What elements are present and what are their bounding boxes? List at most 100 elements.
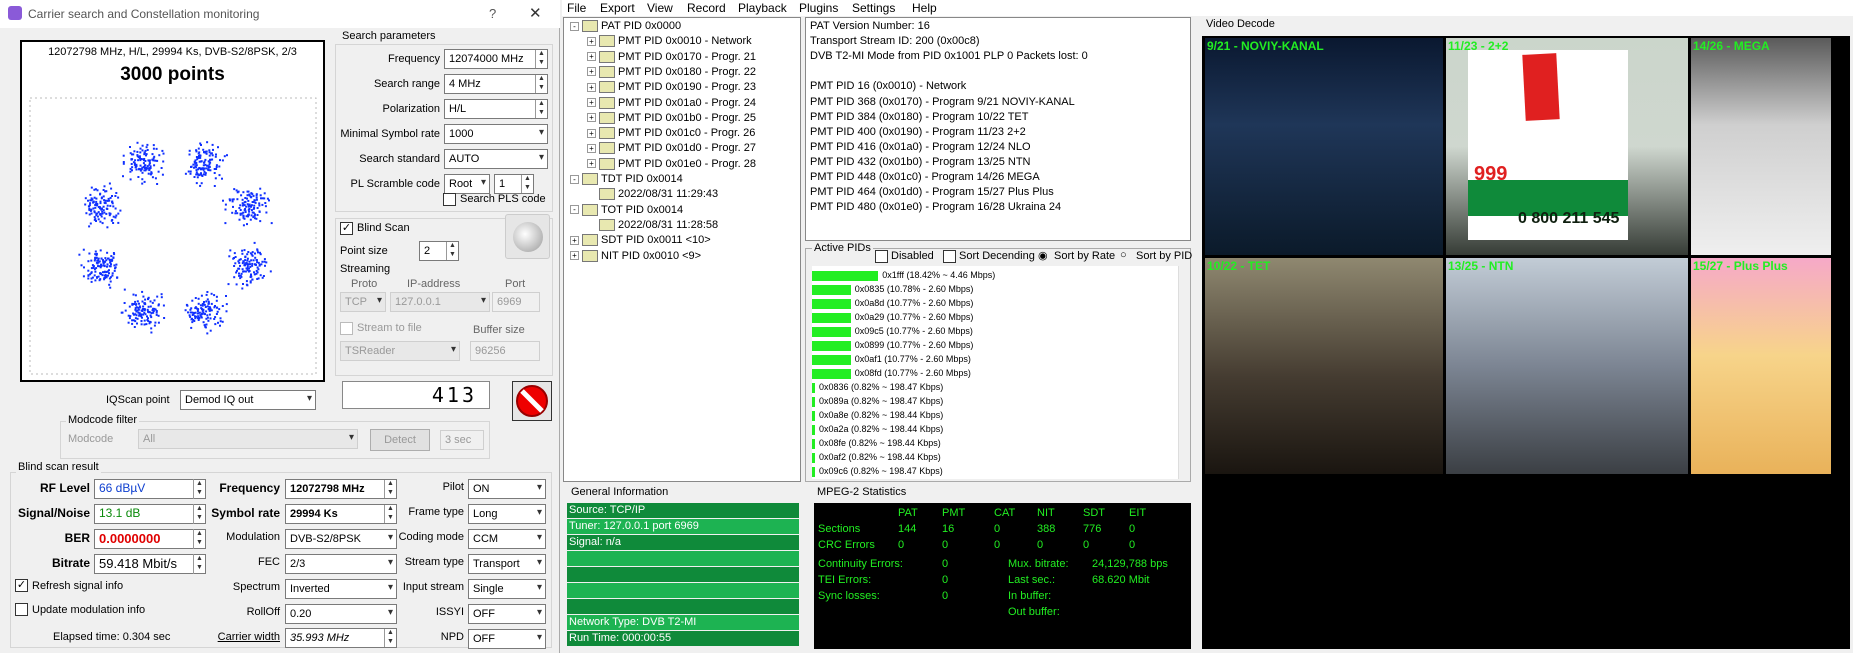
stream-to-file-checkbox[interactable] (340, 322, 353, 335)
search-pls-checkbox[interactable] (443, 193, 456, 206)
proto-select[interactable]: TCP (340, 292, 386, 312)
min-symbol-rate-select[interactable]: 1000 (444, 124, 548, 144)
last-sec-value: 68.620 Mbit (1092, 574, 1150, 586)
sort-pid-radio[interactable]: ○ (1120, 249, 1127, 261)
tree-expander[interactable]: - (570, 21, 579, 31)
tree-expander[interactable]: + (587, 36, 596, 46)
tree-expander[interactable]: + (587, 98, 596, 108)
frequency-input[interactable]: 12074000 MHz ▲ ▼ (444, 49, 548, 69)
disabled-checkbox[interactable] (875, 250, 888, 263)
tree-expander[interactable]: - (570, 205, 579, 215)
sort-rate-label: Sort by Rate (1054, 250, 1116, 262)
tree-item[interactable]: + PMT PID 0x0010 - Network (587, 35, 752, 48)
modulation-select[interactable]: DVB-S2/8PSK (285, 529, 397, 549)
menu-file[interactable]: File (567, 1, 586, 15)
tree-item[interactable]: + PMT PID 0x01a0 - Progr. 24 (587, 97, 756, 109)
polarization-input[interactable]: H/L ▲ ▼ (444, 99, 548, 119)
menu-export[interactable]: Export (600, 1, 635, 15)
tree-expander[interactable]: - (570, 174, 579, 184)
pid-row: 0x09c6 (0.82% ~ 198.47 Kbps) (812, 466, 1172, 478)
iqscan-label: IQScan point (106, 394, 170, 406)
table-icon (599, 50, 615, 63)
spectrum-select[interactable]: Inverted (285, 579, 397, 599)
point-size-input[interactable]: 2 ▲ ▼ (419, 241, 459, 261)
port-input[interactable]: 6969 (492, 292, 540, 312)
input-stream-select[interactable]: Single (468, 579, 546, 599)
video-tile-4[interactable]: 10/22 - TET (1205, 258, 1443, 474)
search-standard-select[interactable]: AUTO (444, 149, 548, 169)
tree-item[interactable]: - TDT PID 0x0014 (570, 173, 683, 186)
update-modulation-checkbox[interactable] (15, 603, 28, 616)
pid-rate-bar (812, 383, 815, 393)
tree-item[interactable]: 2022/08/31 11:29:43 (587, 188, 718, 201)
menu-help[interactable]: Help (912, 1, 937, 15)
pls-value-input[interactable]: 1 ▲ ▼ (494, 174, 534, 194)
tree-expander[interactable]: + (587, 128, 596, 138)
detect-button[interactable]: Detect (370, 429, 430, 451)
detect-seconds-input[interactable]: 3 sec (440, 430, 484, 450)
refresh-signal-checkbox[interactable]: ✓ (15, 579, 28, 592)
stop-button[interactable] (512, 381, 552, 421)
video-tile-5[interactable]: 13/25 - NTN (1446, 258, 1688, 474)
help-button[interactable]: ? (489, 6, 496, 21)
npd-select[interactable]: OFF (468, 629, 546, 649)
tree-item[interactable]: + PMT PID 0x01d0 - Progr. 27 (587, 142, 756, 155)
video-tile-3[interactable]: 14/26 - MEGA (1691, 38, 1831, 255)
frame-type-select[interactable]: Long (468, 504, 546, 524)
tree-expander[interactable]: + (587, 113, 596, 123)
tree-item[interactable]: + PMT PID 0x01c0 - Progr. 26 (587, 127, 755, 140)
tree-item[interactable]: + PMT PID 0x01e0 - Progr. 28 (587, 158, 756, 170)
pilot-select[interactable]: ON (468, 479, 546, 499)
menu-record[interactable]: Record (687, 1, 726, 15)
tree-expander[interactable]: + (587, 159, 596, 169)
ip-select[interactable]: 127.0.0.1 (390, 292, 490, 312)
blind-scan-checkbox[interactable]: ✓ (340, 222, 353, 235)
pid-rate-bar (812, 411, 815, 421)
info-line: PMT PID 480 (0x01e0) - Program 16/28 Ukr… (810, 201, 1062, 214)
pls-mode-select[interactable]: Root (444, 174, 490, 194)
pid-row: 0x0a8e (0.82% ~ 198.44 Kbps) (812, 410, 1172, 422)
tree-expander[interactable]: + (587, 67, 596, 77)
tree-item[interactable]: + NIT PID 0x0010 <9> (570, 250, 701, 262)
video-tile-1[interactable]: 9/21 - NOVIY-KANAL (1205, 38, 1443, 255)
video-tile-6[interactable]: 15/27 - Plus Plus (1691, 258, 1831, 474)
tree-item[interactable]: - PAT PID 0x0000 (570, 20, 681, 33)
search-range-input[interactable]: 4 MHz ▲ ▼ (444, 74, 548, 94)
menu-playback[interactable]: Playback (738, 1, 787, 15)
stream-type-select[interactable]: Transport (468, 554, 546, 574)
table-icon (582, 203, 598, 216)
rolloff-select[interactable]: 0.20 (285, 604, 397, 624)
tree-expander[interactable]: + (587, 52, 596, 62)
dish-image[interactable] (505, 214, 550, 259)
tree-expander[interactable]: + (570, 235, 579, 245)
modcode-select[interactable]: All (138, 429, 358, 449)
tree-item[interactable]: + PMT PID 0x01b0 - Progr. 25 (587, 112, 756, 124)
tree-item[interactable]: + SDT PID 0x0011 <10> (570, 234, 711, 247)
fec-select[interactable]: 2/3 (285, 554, 397, 574)
tree-item[interactable]: + PMT PID 0x0180 - Progr. 22 (587, 66, 756, 78)
refresh-signal-label: Refresh signal info (32, 580, 124, 592)
tree-item[interactable]: 2022/08/31 11:28:58 (587, 219, 718, 231)
video-tile-2[interactable]: 999 0 800 211 545 11/23 - 2+2 (1446, 38, 1688, 255)
pid-rate-bar (812, 467, 815, 477)
menu-plugins[interactable]: Plugins (799, 1, 838, 15)
tree-item-label: NIT PID 0x0010 <9> (601, 249, 702, 262)
buffer-size-input[interactable]: 96256 (470, 341, 540, 361)
menu-settings[interactable]: Settings (852, 1, 895, 15)
reader-select[interactable]: TSReader (340, 341, 460, 361)
tree-expander[interactable]: + (587, 143, 596, 153)
menu-view[interactable]: View (647, 1, 673, 15)
tree-item[interactable]: - TOT PID 0x0014 (570, 204, 683, 216)
iqscan-select[interactable]: Demod IQ out (180, 390, 316, 410)
coding-mode-select[interactable]: CCM (468, 529, 546, 549)
tree-expander[interactable]: + (570, 251, 579, 261)
active-pids-scrollbar[interactable] (1178, 266, 1188, 479)
close-button[interactable]: ✕ (529, 4, 542, 22)
issyi-select[interactable]: OFF (468, 604, 546, 624)
tree-item[interactable]: + PMT PID 0x0170 - Progr. 21 (587, 51, 756, 63)
tree-item[interactable]: + PMT PID 0x0190 - Progr. 23 (587, 81, 756, 94)
mpeg-col-header: PAT (898, 507, 918, 519)
tree-expander[interactable]: + (587, 82, 596, 92)
sort-rate-radio[interactable]: ◉ (1038, 249, 1048, 262)
sort-desc-checkbox[interactable] (943, 250, 956, 263)
